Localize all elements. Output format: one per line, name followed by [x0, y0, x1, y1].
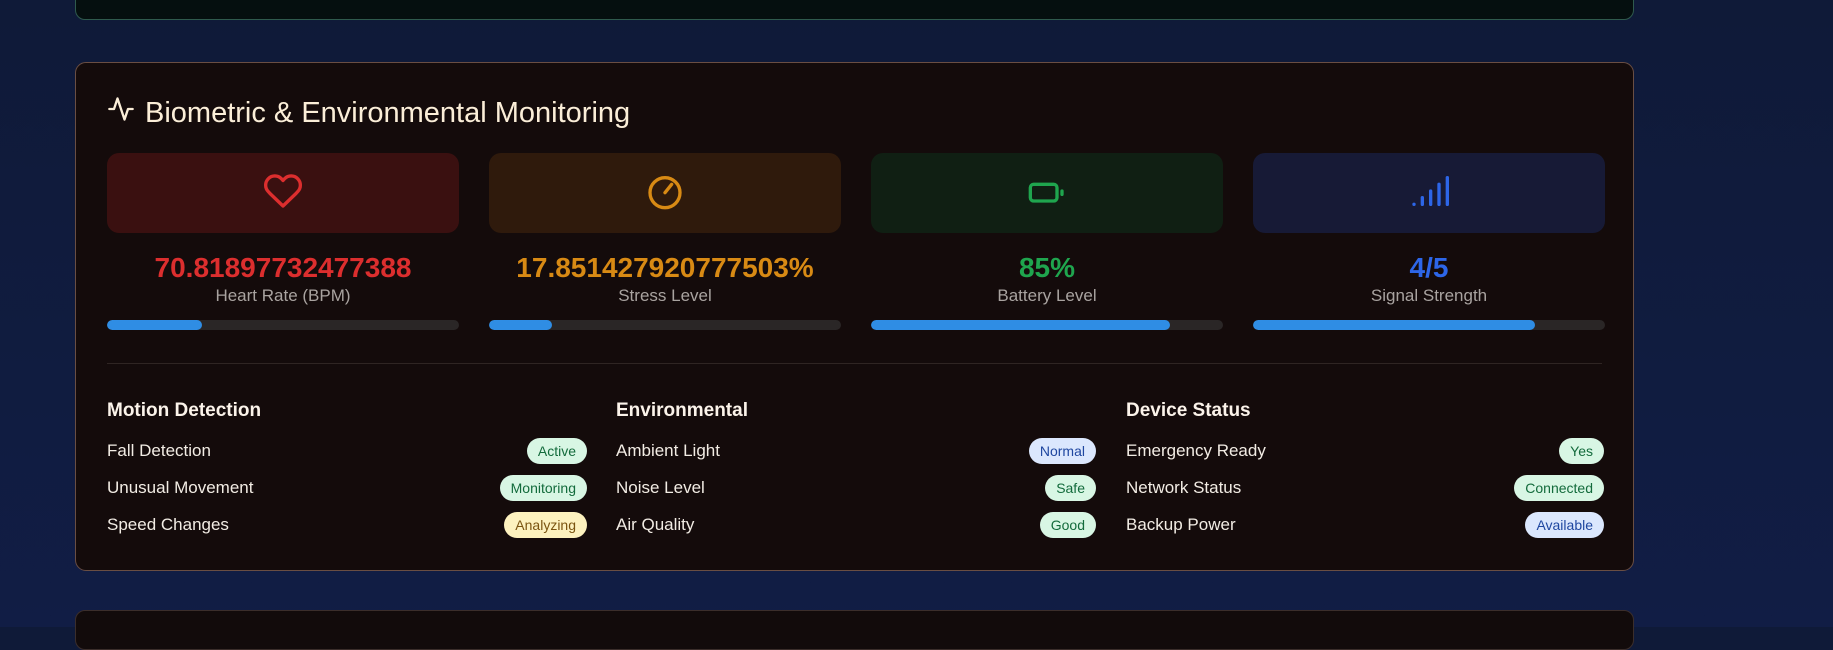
metric-label: Battery Level [997, 286, 1097, 305]
list-item: Ambient Light Normal [616, 432, 1096, 469]
gauge-icon [645, 171, 685, 216]
item-label: Unusual Movement [107, 477, 254, 497]
biometric-monitoring-card: Biometric & Environmental Monitoring 70.… [75, 62, 1634, 571]
item-label: Backup Power [1126, 514, 1236, 534]
progress-fill [489, 320, 553, 330]
item-label: Emergency Ready [1126, 440, 1266, 460]
progress-bar [871, 320, 1223, 330]
group-title: Environmental [616, 400, 748, 421]
status-badge: Available [1525, 511, 1604, 538]
list-item: Noise Level Safe [616, 469, 1096, 506]
list-item: Fall Detection Active [107, 432, 587, 469]
status-badge: Normal [1028, 437, 1096, 464]
metric-value: 85% [1018, 252, 1076, 283]
motion-detection-group: Motion Detection Fall Detection Active U… [107, 398, 587, 543]
status-badge: Safe [1045, 474, 1096, 501]
progress-fill [107, 320, 203, 330]
metric-label: Heart Rate (BPM) [215, 286, 351, 305]
metric-value: 17.851427920777503% [516, 252, 814, 283]
item-label: Air Quality [616, 514, 695, 534]
metric-value: 4/5 [1409, 252, 1449, 283]
progress-fill [1253, 320, 1535, 330]
list-item: Air Quality Good [616, 506, 1096, 543]
battery-icon [1027, 171, 1067, 216]
status-badge: Monitoring [499, 474, 587, 501]
progress-fill [871, 320, 1171, 330]
card-title: Biometric & Environmental Monitoring [145, 96, 631, 129]
status-badge: Good [1039, 511, 1096, 538]
metric-label: Stress Level [618, 286, 712, 305]
item-label: Noise Level [616, 477, 705, 497]
next-panel [75, 610, 1634, 650]
environmental-group: Environmental Ambient Light Normal Noise… [616, 398, 1096, 543]
status-badge: Yes [1559, 437, 1604, 464]
metric-heart-rate: 70.81897732477388 Heart Rate (BPM) [107, 153, 459, 330]
metric-stress-level: 17.851427920777503% Stress Level [489, 153, 841, 330]
progress-bar [107, 320, 459, 330]
list-item: Network Status Connected [1126, 469, 1604, 506]
group-title: Motion Detection [107, 400, 262, 421]
status-badge: Connected [1514, 474, 1604, 501]
section-divider [107, 363, 1602, 364]
signal-icon [1409, 171, 1449, 216]
metric-battery-level: 85% Battery Level [871, 153, 1223, 330]
metric-tile [1253, 153, 1605, 233]
metric-tile [871, 153, 1223, 233]
list-item: Unusual Movement Monitoring [107, 469, 587, 506]
item-label: Fall Detection [107, 440, 211, 460]
group-title: Device Status [1126, 400, 1251, 421]
item-label: Network Status [1126, 477, 1242, 497]
device-status-group: Device Status Emergency Ready Yes Networ… [1126, 398, 1604, 543]
heart-icon [263, 171, 303, 216]
item-label: Ambient Light [616, 440, 720, 460]
metric-value: 70.81897732477388 [154, 252, 412, 283]
progress-bar [1253, 320, 1605, 330]
metric-tile [107, 153, 459, 233]
item-label: Speed Changes [107, 514, 229, 534]
previous-panel [75, 0, 1634, 20]
metric-label: Signal Strength [1370, 286, 1488, 305]
status-badge: Analyzing [504, 511, 587, 538]
activity-icon [107, 95, 135, 131]
metric-tile [489, 153, 841, 233]
metric-signal-strength: 4/5 Signal Strength [1253, 153, 1605, 330]
list-item: Emergency Ready Yes [1126, 432, 1604, 469]
progress-bar [489, 320, 841, 330]
list-item: Backup Power Available [1126, 506, 1604, 543]
card-header: Biometric & Environmental Monitoring [107, 93, 630, 133]
list-item: Speed Changes Analyzing [107, 506, 587, 543]
status-badge: Active [526, 437, 587, 464]
